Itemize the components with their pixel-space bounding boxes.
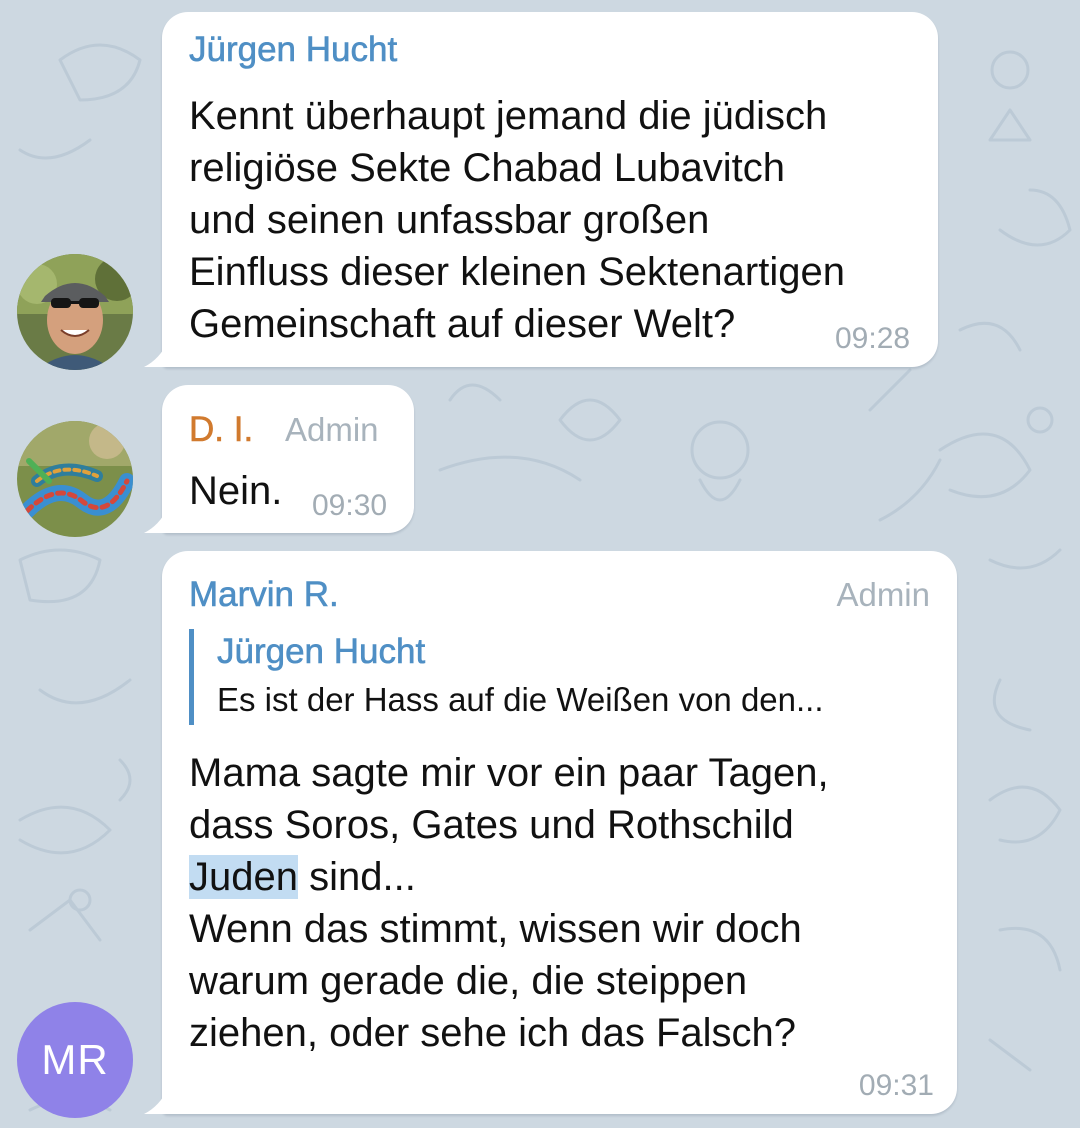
message-text: Kennt überhaupt jemand die jüdisch relig… [189,90,845,350]
bubble-tail [144,1088,168,1114]
message-line-rest: sind... [297,855,416,899]
avatar[interactable]: MR [17,1002,133,1118]
message-line: Nein. [189,469,283,513]
admin-badge: Admin [836,576,930,613]
message-text: Nein. [189,465,282,517]
reply-quote[interactable]: Jürgen Hucht Es ist der Hass auf die Wei… [189,629,824,725]
avatar-initials: MR [41,1036,109,1083]
message-line: Kennt überhaupt jemand die jüdisch [189,94,828,138]
message-line: Wenn das stimmt, wissen wir doch [189,907,802,951]
message-line: warum gerade die, die steippen [189,959,748,1003]
message-line: ziehen, oder sehe ich das Falsch? [189,1011,797,1055]
person-photo-icon [17,254,133,370]
message-line: Einfluss dieser kleinen Sektenartigen [189,250,845,294]
sender-name[interactable]: D. I. [189,410,254,450]
sender-name[interactable]: Marvin R. [189,575,339,615]
avatar[interactable] [17,421,133,537]
snake-photo-icon [17,421,133,537]
bubble-tail [144,507,168,533]
sender-name[interactable]: Jürgen Hucht [189,30,398,70]
message-time: 09:28 [835,322,911,355]
message-bubble[interactable]: D. I. Admin Nein. 09:30 [144,385,414,533]
message-time: 09:30 [312,489,388,522]
message-bubble[interactable]: Marvin R. Admin Jürgen Hucht Es ist der … [144,551,957,1114]
message-bubble[interactable]: Jürgen Hucht Kennt überhaupt jemand die … [144,12,938,367]
reply-preview-text: Es ist der Hass auf die Weißen von den..… [217,681,824,718]
message-line: Mama sagte mir vor ein paar Tagen, [189,751,829,795]
message-line: religiöse Sekte Chabad Lubavitch [189,146,785,190]
search-highlight: Juden [189,855,298,899]
message-line: und seinen unfassbar großen [189,198,710,242]
reply-sender-name: Jürgen Hucht [217,632,426,672]
message-text: Mama sagte mir vor ein paar Tagen, dass … [189,747,829,1059]
message-time: 09:31 [858,1069,934,1102]
message-line: dass Soros, Gates und Rothschild [189,803,794,847]
bubble-tail [144,341,168,367]
message-line: Gemeinschaft auf dieser Welt? [189,302,736,346]
admin-badge: Admin [285,411,379,448]
avatar[interactable] [17,254,133,370]
message-line: Juden sind... [189,851,829,903]
